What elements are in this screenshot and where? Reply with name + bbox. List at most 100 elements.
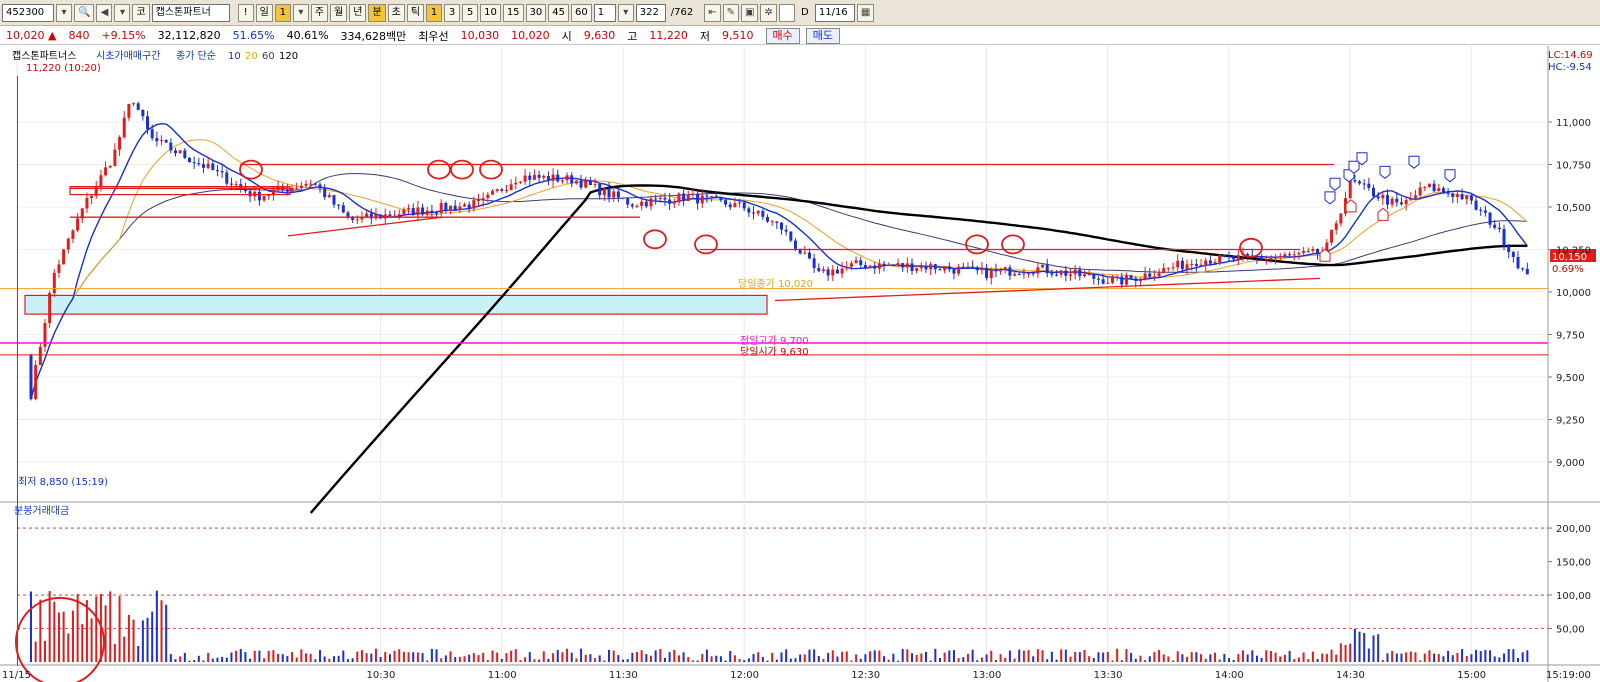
minute-3-button[interactable]: 3 [444, 3, 461, 22]
candle-body [1204, 260, 1208, 265]
candle-body [1437, 188, 1441, 192]
candle-body [1278, 256, 1282, 258]
volume-bar [1223, 653, 1226, 662]
time-tick-label: 15:19:00 [1546, 670, 1591, 681]
sell-button[interactable]: 매도 [805, 27, 841, 44]
scroll-left-icon[interactable]: ⇤ [704, 3, 721, 22]
dropdown-arrow-icon[interactable]: ▾ [617, 3, 634, 22]
period-num-button[interactable]: 1 [274, 3, 291, 22]
volume-bar [239, 648, 242, 662]
buy-button[interactable]: 매수 [765, 27, 800, 44]
volume-bar [575, 658, 578, 662]
volume-bar [388, 654, 391, 662]
volume-bar [253, 650, 256, 662]
candle-body [477, 199, 481, 201]
candle-body [1124, 275, 1128, 285]
volume-bar [1316, 658, 1319, 662]
volume-bar [608, 649, 611, 662]
price-change-pct: +9.15% [101, 29, 146, 42]
minute-10-button[interactable]: 10 [480, 3, 501, 22]
dropdown-arrow-icon[interactable]: ▾ [114, 3, 131, 22]
date-checkbox[interactable] [778, 3, 795, 22]
period-day-button[interactable]: 일 [255, 3, 273, 22]
stock-code-input[interactable]: 452300 [2, 3, 54, 22]
candle-body [1381, 195, 1385, 199]
volume-bar [81, 624, 84, 662]
period-month-button[interactable]: 월 [330, 3, 348, 22]
high-value: 11,220 [649, 29, 688, 42]
volume-bar [710, 656, 713, 662]
candle-body [1129, 275, 1133, 279]
volume-bar [505, 653, 508, 662]
volume-bar [48, 591, 51, 662]
tool-icon[interactable]: ✎ [722, 3, 739, 22]
candle-body [532, 174, 536, 180]
volume-bar [654, 650, 657, 662]
range-total-label: /762 [670, 6, 694, 18]
period-minute-button[interactable]: 분 [368, 3, 386, 22]
candle-body [915, 268, 919, 271]
minute-15-button[interactable]: 15 [502, 3, 524, 22]
minute-1-button[interactable]: 1 [426, 3, 443, 22]
candle-body [556, 174, 560, 182]
candle-body [761, 211, 765, 217]
date-field[interactable]: 11/16 [814, 3, 855, 22]
candle-body [747, 208, 751, 213]
volume-bar [1190, 652, 1193, 662]
dropdown-arrow-icon[interactable]: ▾ [292, 3, 309, 22]
volume-bar [309, 653, 312, 662]
candle-body [52, 272, 56, 294]
period-year-button[interactable]: 년 [349, 3, 367, 22]
price-tick-label: 9,500 [1556, 373, 1585, 384]
candle-body [1017, 274, 1021, 276]
candle-body [34, 365, 38, 400]
candle-body [1497, 227, 1501, 230]
volume-bar [1503, 653, 1506, 662]
volume-bar [752, 653, 755, 662]
stock-name-field[interactable]: 캡스톤파트너 [151, 3, 230, 22]
volume-bar [1195, 652, 1198, 662]
volume-bar [873, 650, 876, 662]
volume-bar [496, 652, 499, 662]
candle-body [947, 266, 951, 270]
period-second-button[interactable]: 초 [387, 3, 405, 22]
range-input[interactable]: 322 [635, 3, 666, 22]
volume-bar [1302, 652, 1305, 662]
search-icon[interactable]: 🔍 [74, 3, 95, 22]
minute-chart[interactable]: 11,00010,75010,50010,25010,0009,7509,500… [0, 46, 1600, 682]
volume-bar [356, 651, 359, 662]
candle-body [1362, 183, 1366, 185]
candle-body [728, 204, 732, 208]
unit-count-input[interactable]: 1 [593, 3, 616, 22]
dropdown-arrow-icon[interactable]: ▾ [56, 3, 72, 22]
candle-body [640, 201, 644, 206]
minute-60-button[interactable]: 60 [571, 3, 592, 22]
candle-body [285, 189, 289, 192]
candle-body [1502, 229, 1506, 246]
candle-body [1423, 186, 1427, 188]
candle-body [1479, 209, 1483, 211]
minute-5-button[interactable]: 5 [462, 3, 479, 22]
settings-gear-icon[interactable]: ✲ [760, 3, 777, 22]
minute-30-button[interactable]: 30 [525, 3, 547, 22]
minute-45-button[interactable]: 45 [548, 3, 570, 22]
volume-bar [258, 650, 261, 662]
save-icon[interactable]: ▣ [741, 3, 759, 22]
volume-bar [249, 658, 252, 662]
period-week-button[interactable]: 주 [310, 3, 329, 22]
alert-button[interactable]: ! [237, 3, 254, 22]
speaker-icon[interactable]: ◀ [96, 3, 113, 22]
volume-bar [421, 653, 424, 662]
volume-bar [67, 633, 70, 662]
candle-body [873, 265, 877, 269]
volume-bar [831, 650, 834, 662]
volume-bar [374, 648, 377, 662]
candle-body [835, 269, 839, 274]
calendar-icon[interactable]: ▦ [856, 3, 875, 22]
volume-bar [850, 660, 853, 662]
volume-bar [1442, 656, 1445, 662]
volume-bar [416, 652, 419, 662]
volume-bar [342, 650, 345, 662]
period-tick-button[interactable]: 틱 [406, 3, 425, 22]
volume-bar [789, 658, 792, 662]
